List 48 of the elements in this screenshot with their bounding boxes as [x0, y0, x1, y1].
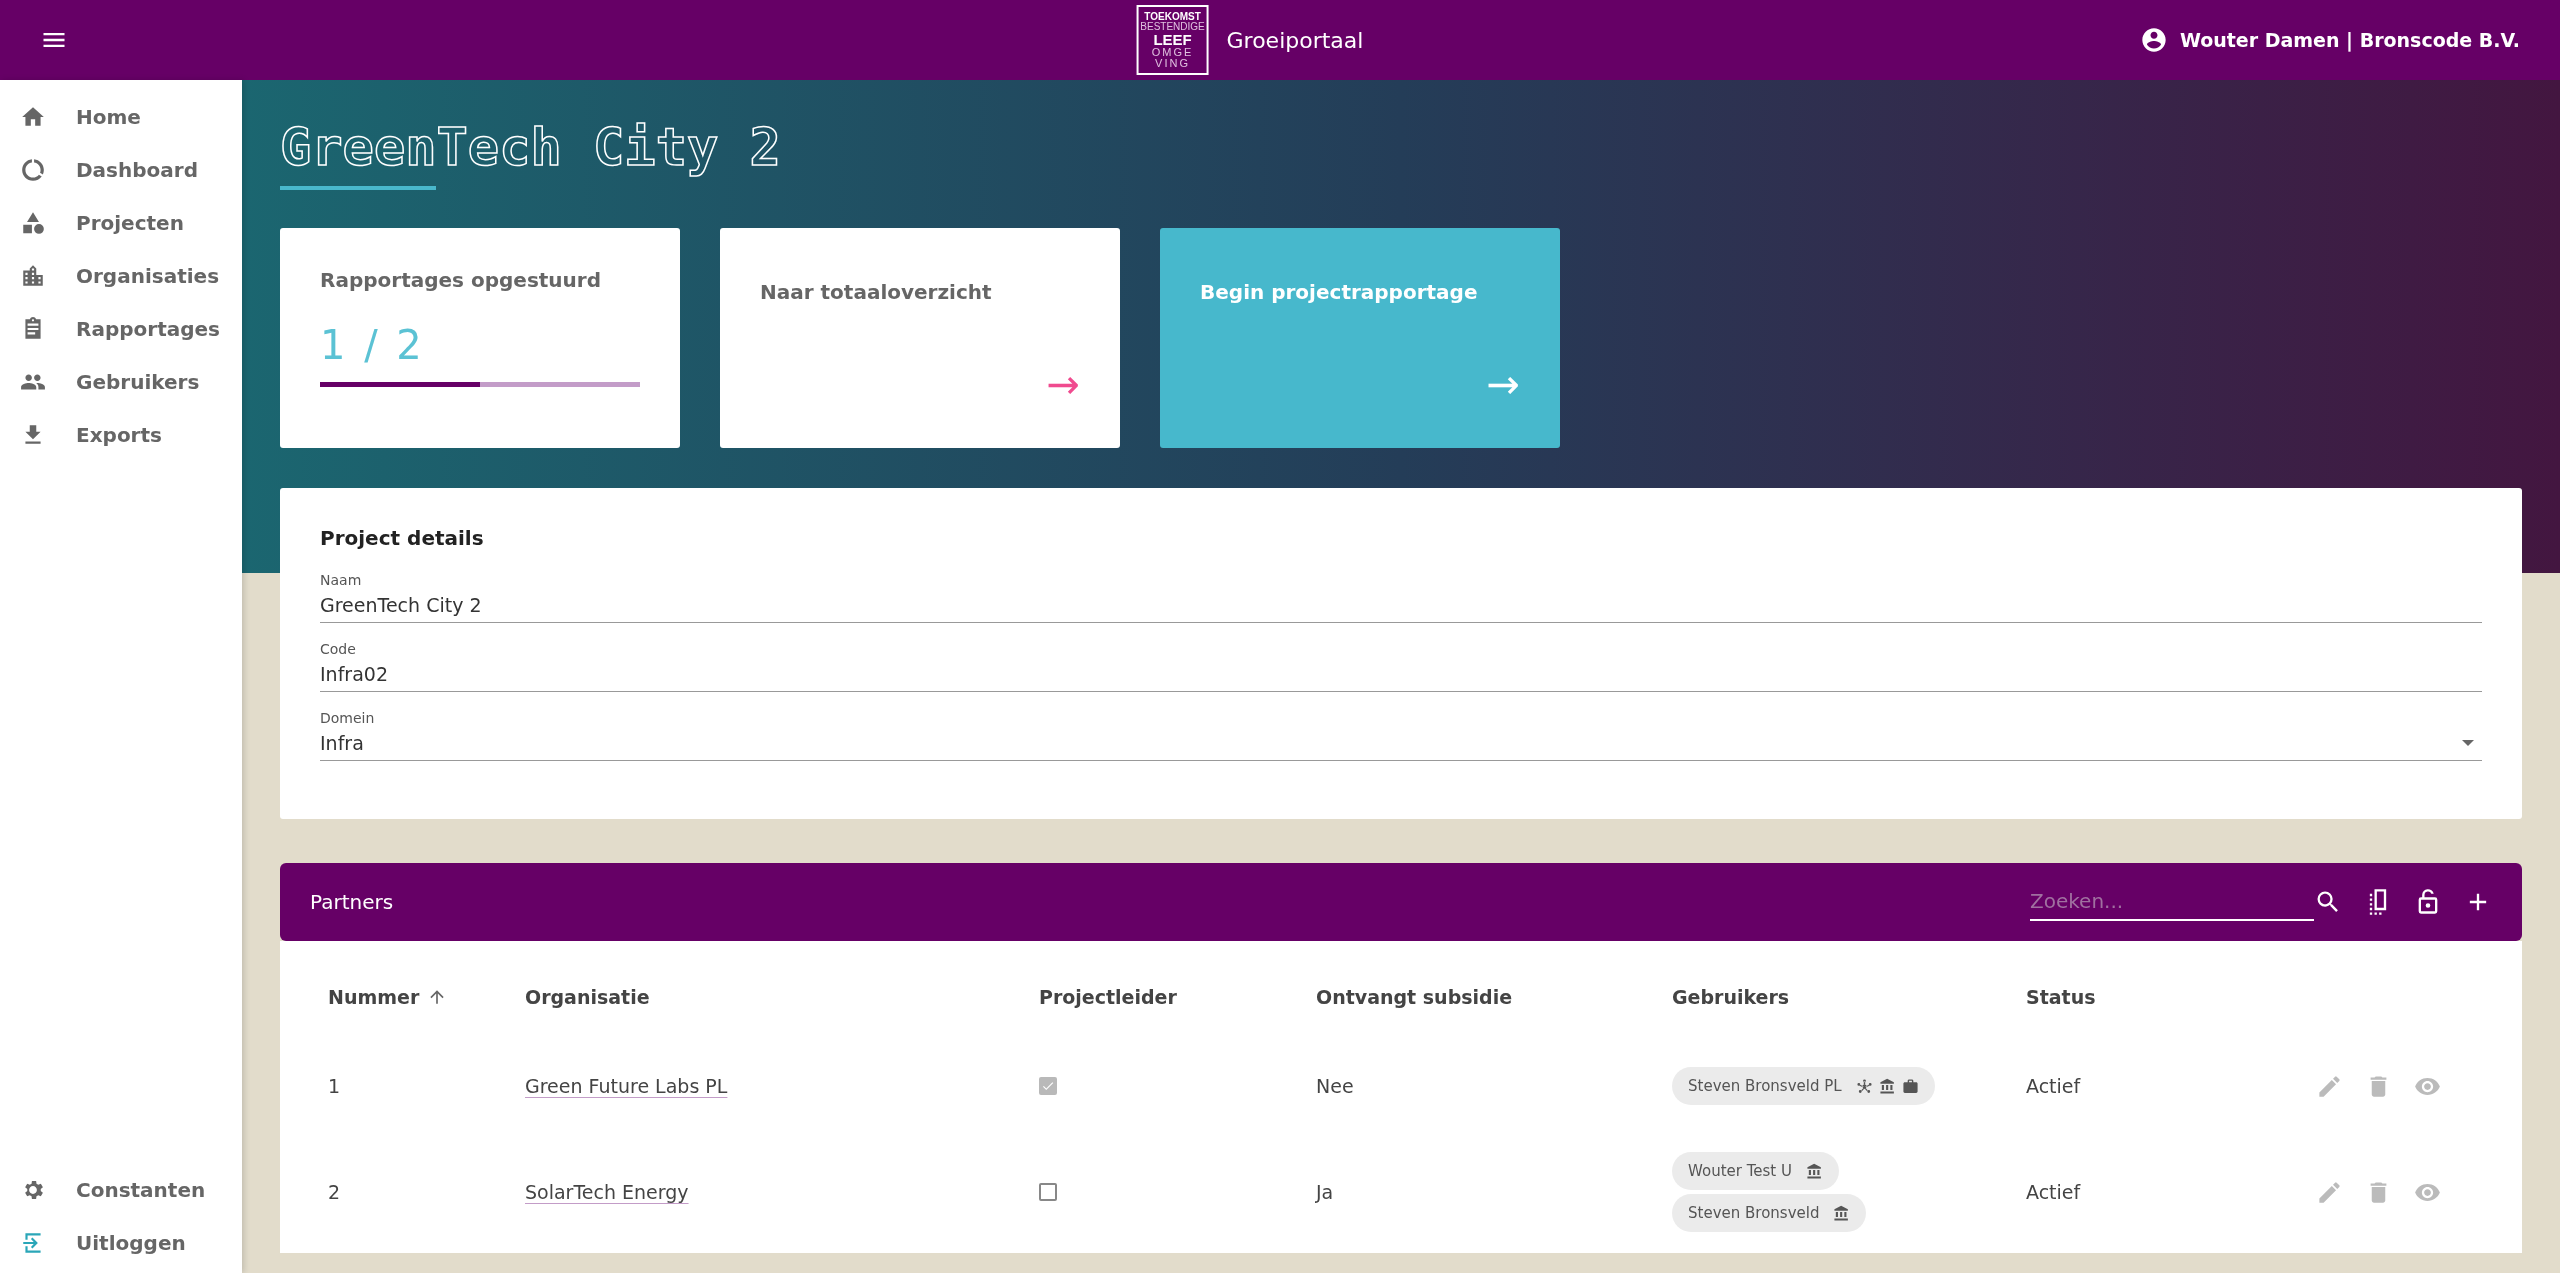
bank-icon: [1833, 1204, 1851, 1222]
caret-icon: [2462, 740, 2474, 747]
column-header[interactable]: Nummer: [328, 986, 448, 1009]
organisation-link[interactable]: Green Future Labs PL: [525, 1075, 728, 1098]
sidebar-item[interactable]: Organisaties: [0, 249, 242, 302]
input-field[interactable]: Naam GreenTech City 2: [320, 572, 2482, 624]
select-field[interactable]: Domein Infra: [320, 710, 2482, 762]
checkbox[interactable]: [1039, 1183, 1057, 1202]
input-field[interactable]: Code Infra02: [320, 641, 2482, 693]
briefcase-icon: [1901, 1077, 1919, 1095]
sidebar-item[interactable]: Constanten: [0, 1163, 242, 1216]
table-cell: Ja: [1316, 1181, 1334, 1204]
sidebar-item[interactable]: Uitloggen: [0, 1216, 242, 1269]
page-title: GreenTech City 2: [280, 116, 782, 179]
search-field[interactable]: Zoeken...: [2030, 883, 2314, 922]
user-menu[interactable]: Wouter Damen | Bronscode B.V.: [2139, 26, 2520, 54]
user-chip[interactable]: Steven Bronsveld: [1672, 1194, 1867, 1233]
table-cell: Actief: [2026, 1075, 2081, 1098]
app-name: Groeiportaal: [1226, 27, 1364, 53]
sidebar-item[interactable]: Exports: [0, 408, 242, 461]
account-icon: [2139, 26, 2168, 54]
table-cell: 1: [328, 1075, 341, 1098]
table-cell: Actief: [2026, 1181, 2081, 1204]
user-chip[interactable]: Steven Bronsveld PL: [1672, 1067, 1935, 1106]
sidebar-item[interactable]: Gebruikers: [0, 355, 242, 408]
organisation-link[interactable]: SolarTech Energy: [525, 1181, 689, 1204]
column-header[interactable]: Organisatie: [525, 986, 650, 1009]
user-chip[interactable]: Wouter Test U: [1672, 1152, 1839, 1191]
column-header[interactable]: Ontvangt subsidie: [1316, 986, 1513, 1009]
sidebar-item[interactable]: Rapportages: [0, 302, 242, 355]
logo: TOEKOMST BESTENDIGE LEEF OMGE VING: [1136, 5, 1209, 75]
card-title: Rapportages opgestuurd: [320, 268, 602, 293]
sidebar-item[interactable]: Dashboard: [0, 143, 242, 196]
section-title: Project details: [320, 526, 485, 551]
bank-icon: [1805, 1162, 1823, 1180]
progress-reading: 1 / 2: [320, 322, 426, 369]
section-title: Partners: [310, 890, 394, 915]
column-header[interactable]: Gebruikers: [1672, 986, 1790, 1009]
network-icon: [1855, 1077, 1873, 1095]
column-header[interactable]: Projectleider: [1039, 986, 1177, 1009]
bank-icon: [1878, 1077, 1896, 1095]
ring-icon: [20, 156, 46, 183]
overview-link-card[interactable]: Naar totaaloverzicht →: [720, 228, 1120, 449]
sidebar-item[interactable]: Projecten: [0, 196, 242, 249]
table-cell: Nee: [1316, 1075, 1354, 1098]
sidebar-item[interactable]: Home: [0, 90, 242, 143]
table-cell: 2: [328, 1181, 341, 1204]
column-header[interactable]: Status: [2026, 986, 2096, 1009]
